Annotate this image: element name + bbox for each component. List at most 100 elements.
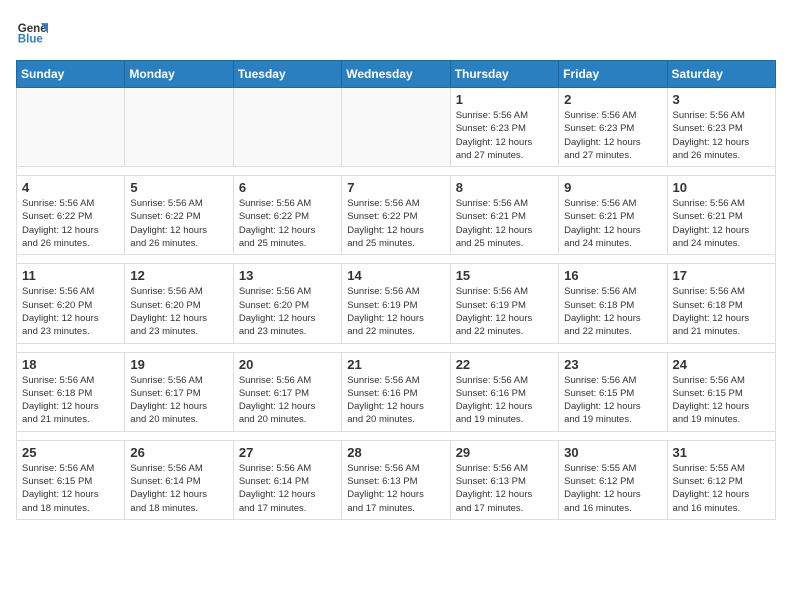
calendar-day-cell: 20Sunrise: 5:56 AM Sunset: 6:17 PM Dayli… — [233, 352, 341, 431]
day-info: Sunrise: 5:56 AM Sunset: 6:18 PM Dayligh… — [564, 285, 661, 338]
calendar-day-cell — [17, 88, 125, 167]
day-info: Sunrise: 5:56 AM Sunset: 6:18 PM Dayligh… — [22, 374, 119, 427]
day-info: Sunrise: 5:56 AM Sunset: 6:15 PM Dayligh… — [22, 462, 119, 515]
calendar-day-cell: 31 Sunrise: 5:55 AM Sunset: 6:12 PM Dayli… — [667, 440, 775, 519]
calendar-day-cell: 10Sunrise: 5:56 AM Sunset: 6:21 PM Dayli… — [667, 176, 775, 255]
day-info: Sunrise: 5:56 AM Sunset: 6:20 PM Dayligh… — [130, 285, 227, 338]
week-spacer — [17, 343, 776, 352]
day-number: 11 — [22, 268, 119, 283]
day-number: 13 — [239, 268, 336, 283]
day-info: Sunrise: 5:56 AM Sunset: 6:20 PM Dayligh… — [22, 285, 119, 338]
day-number: 6 — [239, 180, 336, 195]
day-info: Sunrise: 5:56 AM Sunset: 6:15 PM Dayligh… — [673, 374, 770, 427]
page-header: General Blue — [16, 16, 776, 48]
calendar-week-3: 11 Sunrise: 5:56 AM Sunset: 6:20 PM Dayli… — [17, 264, 776, 343]
week-spacer — [17, 167, 776, 176]
day-info: Sunrise: 5:56 AM Sunset: 6:13 PM Dayligh… — [347, 462, 444, 515]
day-info: Sunrise: 5:55 AM Sunset: 6:12 PM Dayligh… — [564, 462, 661, 515]
day-number: 2 — [564, 92, 661, 107]
calendar-day-cell: 8 Sunrise: 5:56 AM Sunset: 6:21 PM Daylig… — [450, 176, 558, 255]
day-number: 3 — [673, 92, 770, 107]
calendar-day-cell: 5 Sunrise: 5:56 AM Sunset: 6:22 PM Daylig… — [125, 176, 233, 255]
day-info: Sunrise: 5:56 AM Sunset: 6:21 PM Dayligh… — [564, 197, 661, 250]
logo: General Blue — [16, 16, 52, 48]
day-info: Sunrise: 5:56 AM Sunset: 6:14 PM Dayligh… — [239, 462, 336, 515]
calendar-day-cell: 24 Sunrise: 5:56 AM Sunset: 6:15 PM Dayli… — [667, 352, 775, 431]
day-info: Sunrise: 5:56 AM Sunset: 6:19 PM Dayligh… — [456, 285, 553, 338]
calendar-day-cell: 17 Sunrise: 5:56 AM Sunset: 6:18 PM Dayli… — [667, 264, 775, 343]
day-info: Sunrise: 5:56 AM Sunset: 6:21 PM Dayligh… — [456, 197, 553, 250]
day-info: Sunrise: 5:56 AM Sunset: 6:22 PM Dayligh… — [347, 197, 444, 250]
day-info: Sunrise: 5:56 AM Sunset: 6:23 PM Dayligh… — [564, 109, 661, 162]
day-info: Sunrise: 5:56 AM Sunset: 6:14 PM Dayligh… — [130, 462, 227, 515]
day-number: 17 — [673, 268, 770, 283]
calendar-day-cell: 1 Sunrise: 5:56 AM Sunset: 6:23 PM Daylig… — [450, 88, 558, 167]
calendar-day-cell: 28 Sunrise: 5:56 AM Sunset: 6:13 PM Dayli… — [342, 440, 450, 519]
calendar-week-5: 25Sunrise: 5:56 AM Sunset: 6:15 PM Dayli… — [17, 440, 776, 519]
calendar-day-cell: 18 Sunrise: 5:56 AM Sunset: 6:18 PM Dayli… — [17, 352, 125, 431]
day-number: 4 — [22, 180, 119, 195]
day-number: 9 — [564, 180, 661, 195]
day-number: 22 — [456, 357, 553, 372]
day-number: 29 — [456, 445, 553, 460]
calendar-day-cell: 14Sunrise: 5:56 AM Sunset: 6:19 PM Dayli… — [342, 264, 450, 343]
calendar-week-2: 4 Sunrise: 5:56 AM Sunset: 6:22 PM Daylig… — [17, 176, 776, 255]
calendar-day-cell — [125, 88, 233, 167]
day-number: 8 — [456, 180, 553, 195]
day-number: 15 — [456, 268, 553, 283]
week-spacer — [17, 431, 776, 440]
calendar-day-cell — [342, 88, 450, 167]
calendar-day-cell: 11 Sunrise: 5:56 AM Sunset: 6:20 PM Dayli… — [17, 264, 125, 343]
day-number: 24 — [673, 357, 770, 372]
calendar-day-cell: 3Sunrise: 5:56 AM Sunset: 6:23 PM Daylig… — [667, 88, 775, 167]
calendar-day-cell: 6 Sunrise: 5:56 AM Sunset: 6:22 PM Daylig… — [233, 176, 341, 255]
day-number: 28 — [347, 445, 444, 460]
day-number: 19 — [130, 357, 227, 372]
day-info: Sunrise: 5:56 AM Sunset: 6:22 PM Dayligh… — [22, 197, 119, 250]
calendar-day-cell: 30Sunrise: 5:55 AM Sunset: 6:12 PM Dayli… — [559, 440, 667, 519]
weekday-header-thursday: Thursday — [450, 61, 558, 88]
day-info: Sunrise: 5:56 AM Sunset: 6:22 PM Dayligh… — [130, 197, 227, 250]
calendar-day-cell: 22 Sunrise: 5:56 AM Sunset: 6:16 PM Dayli… — [450, 352, 558, 431]
calendar-day-cell: 21 Sunrise: 5:56 AM Sunset: 6:16 PM Dayli… — [342, 352, 450, 431]
day-info: Sunrise: 5:55 AM Sunset: 6:12 PM Dayligh… — [673, 462, 770, 515]
day-info: Sunrise: 5:56 AM Sunset: 6:22 PM Dayligh… — [239, 197, 336, 250]
day-number: 31 — [673, 445, 770, 460]
day-info: Sunrise: 5:56 AM Sunset: 6:21 PM Dayligh… — [673, 197, 770, 250]
day-info: Sunrise: 5:56 AM Sunset: 6:17 PM Dayligh… — [130, 374, 227, 427]
day-number: 5 — [130, 180, 227, 195]
weekday-header-monday: Monday — [125, 61, 233, 88]
weekday-header-tuesday: Tuesday — [233, 61, 341, 88]
calendar-day-cell: 29 Sunrise: 5:56 AM Sunset: 6:13 PM Dayli… — [450, 440, 558, 519]
calendar-day-cell — [233, 88, 341, 167]
day-number: 1 — [456, 92, 553, 107]
day-info: Sunrise: 5:56 AM Sunset: 6:18 PM Dayligh… — [673, 285, 770, 338]
weekday-header-wednesday: Wednesday — [342, 61, 450, 88]
day-number: 16 — [564, 268, 661, 283]
day-number: 18 — [22, 357, 119, 372]
calendar-day-cell: 9 Sunrise: 5:56 AM Sunset: 6:21 PM Daylig… — [559, 176, 667, 255]
day-info: Sunrise: 5:56 AM Sunset: 6:19 PM Dayligh… — [347, 285, 444, 338]
calendar-day-cell: 12 Sunrise: 5:56 AM Sunset: 6:20 PM Dayli… — [125, 264, 233, 343]
day-info: Sunrise: 5:56 AM Sunset: 6:13 PM Dayligh… — [456, 462, 553, 515]
calendar-day-cell: 16 Sunrise: 5:56 AM Sunset: 6:18 PM Dayli… — [559, 264, 667, 343]
weekday-header-friday: Friday — [559, 61, 667, 88]
day-number: 20 — [239, 357, 336, 372]
day-number: 26 — [130, 445, 227, 460]
calendar-table: SundayMondayTuesdayWednesdayThursdayFrid… — [16, 60, 776, 520]
svg-text:Blue: Blue — [18, 34, 44, 46]
calendar-day-cell: 23Sunrise: 5:56 AM Sunset: 6:15 PM Dayli… — [559, 352, 667, 431]
calendar-day-cell: 4 Sunrise: 5:56 AM Sunset: 6:22 PM Daylig… — [17, 176, 125, 255]
calendar-day-cell: 13Sunrise: 5:56 AM Sunset: 6:20 PM Dayli… — [233, 264, 341, 343]
day-number: 27 — [239, 445, 336, 460]
day-number: 12 — [130, 268, 227, 283]
calendar-day-cell: 7 Sunrise: 5:56 AM Sunset: 6:22 PM Daylig… — [342, 176, 450, 255]
day-info: Sunrise: 5:56 AM Sunset: 6:23 PM Dayligh… — [456, 109, 553, 162]
day-number: 21 — [347, 357, 444, 372]
calendar-day-cell: 27 Sunrise: 5:56 AM Sunset: 6:14 PM Dayli… — [233, 440, 341, 519]
day-info: Sunrise: 5:56 AM Sunset: 6:16 PM Dayligh… — [456, 374, 553, 427]
weekday-header-sunday: Sunday — [17, 61, 125, 88]
calendar-week-4: 18 Sunrise: 5:56 AM Sunset: 6:18 PM Dayli… — [17, 352, 776, 431]
day-number: 7 — [347, 180, 444, 195]
day-info: Sunrise: 5:56 AM Sunset: 6:16 PM Dayligh… — [347, 374, 444, 427]
